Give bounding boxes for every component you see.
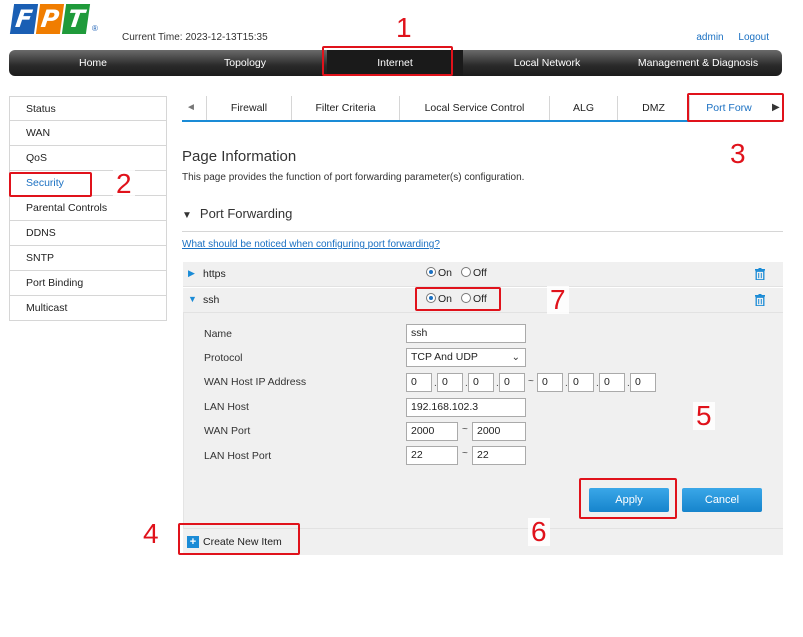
nav-home[interactable]: Home [9, 50, 177, 76]
sidebar-item-sntp[interactable]: SNTP [9, 246, 167, 271]
tab-scroll-right-icon[interactable]: ▶ [772, 96, 780, 120]
sidebar-item-port-binding[interactable]: Port Binding [9, 271, 167, 296]
annotation-number-3: 3 [727, 140, 749, 168]
page-description: This page provides the function of port … [182, 172, 525, 183]
entry-name: ssh [203, 294, 220, 306]
wan-ip-end-octet-4[interactable]: 0 [630, 373, 656, 392]
tab-port-forwarding[interactable]: Port Forw [690, 96, 768, 120]
plus-icon[interactable]: + [187, 536, 199, 548]
logo-letter-p: P [35, 4, 65, 34]
annotation-number-4: 4 [140, 520, 162, 548]
admin-link[interactable]: admin [696, 32, 723, 43]
tab-scroll-left-icon[interactable]: ◄ [186, 96, 196, 120]
sidebar-item-qos[interactable]: QoS [9, 146, 167, 171]
nav-internet[interactable]: Internet [327, 50, 463, 76]
protocol-select[interactable]: TCP And UDP ⌄ [406, 348, 526, 367]
radio-on-label: On [438, 267, 453, 279]
range-tilde: ~ [528, 376, 534, 387]
wan-ip-start-octet-3[interactable]: 0 [468, 373, 494, 392]
chevron-down-icon: ⌄ [511, 352, 520, 363]
range-tilde: ~ [462, 448, 468, 459]
wan-ip-end-octet-3[interactable]: 0 [599, 373, 625, 392]
enable-radio-group: On Off [426, 267, 493, 279]
nav-local-network[interactable]: Local Network [479, 50, 615, 76]
label-wan-host-ip: WAN Host IP Address [204, 376, 307, 388]
user-links: admin Logout [684, 32, 769, 43]
name-input[interactable]: ssh [406, 324, 526, 343]
entry-row-https: ▶ https On Off [183, 262, 783, 287]
collapse-triangle-icon: ▼ [182, 210, 192, 221]
label-protocol: Protocol [204, 352, 243, 364]
wan-ip-end-octet-2[interactable]: 0 [568, 373, 594, 392]
sidebar-item-parental-controls[interactable]: Parental Controls [9, 196, 167, 221]
tab-dmz[interactable]: DMZ [618, 96, 690, 120]
tab-alg[interactable]: ALG [550, 96, 618, 120]
fpt-logo: F P T ® [9, 4, 100, 38]
sidebar-item-wan[interactable]: WAN [9, 121, 167, 146]
label-name: Name [204, 328, 233, 340]
sidebar: Status WAN QoS Security Parental Control… [9, 96, 167, 321]
logo-letter-f: F [9, 4, 39, 34]
lan-port-end-input[interactable]: 22 [472, 446, 526, 465]
lan-port-start-input[interactable]: 22 [406, 446, 458, 465]
range-tilde: ~ [462, 424, 468, 435]
nav-topology[interactable]: Topology [177, 50, 313, 76]
sidebar-item-status[interactable]: Status [9, 96, 167, 121]
sidebar-item-security[interactable]: Security [9, 171, 167, 196]
annotation-number-1: 1 [393, 14, 415, 42]
lan-host-input[interactable]: 192.168.102.3 [406, 398, 526, 417]
create-new-item-bar: + Create New Item [183, 528, 783, 555]
wan-ip-start-octet-4[interactable]: 0 [499, 373, 525, 392]
radio-off[interactable] [460, 267, 471, 277]
radio-on-label: On [438, 293, 453, 305]
trash-icon[interactable] [755, 294, 765, 306]
annotation-number-2: 2 [113, 170, 135, 198]
wan-port-start-input[interactable]: 2000 [406, 422, 458, 441]
apply-button[interactable]: Apply [589, 488, 669, 512]
sidebar-item-multicast[interactable]: Multicast [9, 296, 167, 321]
create-new-item-button[interactable]: Create New Item [203, 536, 282, 548]
current-time: Current Time: 2023-12-13T15:35 [122, 32, 268, 43]
page-title: Page Information [182, 148, 297, 165]
annotation-number-7: 7 [547, 286, 569, 314]
annotation-number-6: 6 [528, 518, 550, 546]
logo-registered-mark: ® [92, 24, 98, 33]
tab-firewall[interactable]: Firewall [206, 96, 292, 120]
radio-off-label: Off [472, 267, 487, 279]
expand-arrow-icon[interactable]: ▶ [188, 268, 195, 279]
enable-radio-group: On Off [426, 293, 493, 305]
radio-on[interactable] [426, 293, 436, 303]
wan-ip-start-octet-2[interactable]: 0 [437, 373, 463, 392]
nav-management-diagnosis[interactable]: Management & Diagnosis [621, 50, 775, 76]
tab-filter-criteria[interactable]: Filter Criteria [292, 96, 400, 120]
protocol-value: TCP And UDP [411, 351, 478, 363]
tab-local-service-control[interactable]: Local Service Control [400, 96, 550, 120]
wan-ip-end-octet-1[interactable]: 0 [537, 373, 563, 392]
radio-on[interactable] [426, 267, 436, 277]
label-lan-host-port: LAN Host Port [204, 450, 272, 462]
cancel-button[interactable]: Cancel [682, 488, 762, 512]
wan-ip-start-octet-1[interactable]: 0 [406, 373, 432, 392]
sidebar-item-ddns[interactable]: DDNS [9, 221, 167, 246]
wan-port-end-input[interactable]: 2000 [472, 422, 526, 441]
help-link[interactable]: What should be noticed when configuring … [182, 239, 440, 250]
main-nav: Home Topology Internet Local Network Man… [9, 50, 782, 76]
entry-row-ssh: ▼ ssh On Off [183, 288, 783, 313]
entry-name: https [203, 268, 226, 280]
collapse-arrow-icon[interactable]: ▼ [188, 294, 197, 304]
logo-letter-t: T [61, 4, 91, 34]
radio-off-label: Off [472, 293, 487, 305]
trash-icon[interactable] [755, 268, 765, 280]
section-port-forwarding[interactable]: ▼ Port Forwarding [182, 206, 783, 232]
annotation-number-5: 5 [693, 402, 715, 430]
logout-link[interactable]: Logout [738, 32, 769, 43]
label-wan-port: WAN Port [204, 425, 251, 437]
radio-off[interactable] [460, 293, 471, 303]
section-title-text: Port Forwarding [199, 206, 293, 221]
tab-bar: ◄ Firewall Filter Criteria Local Service… [182, 96, 783, 122]
label-lan-host: LAN Host [204, 401, 249, 413]
